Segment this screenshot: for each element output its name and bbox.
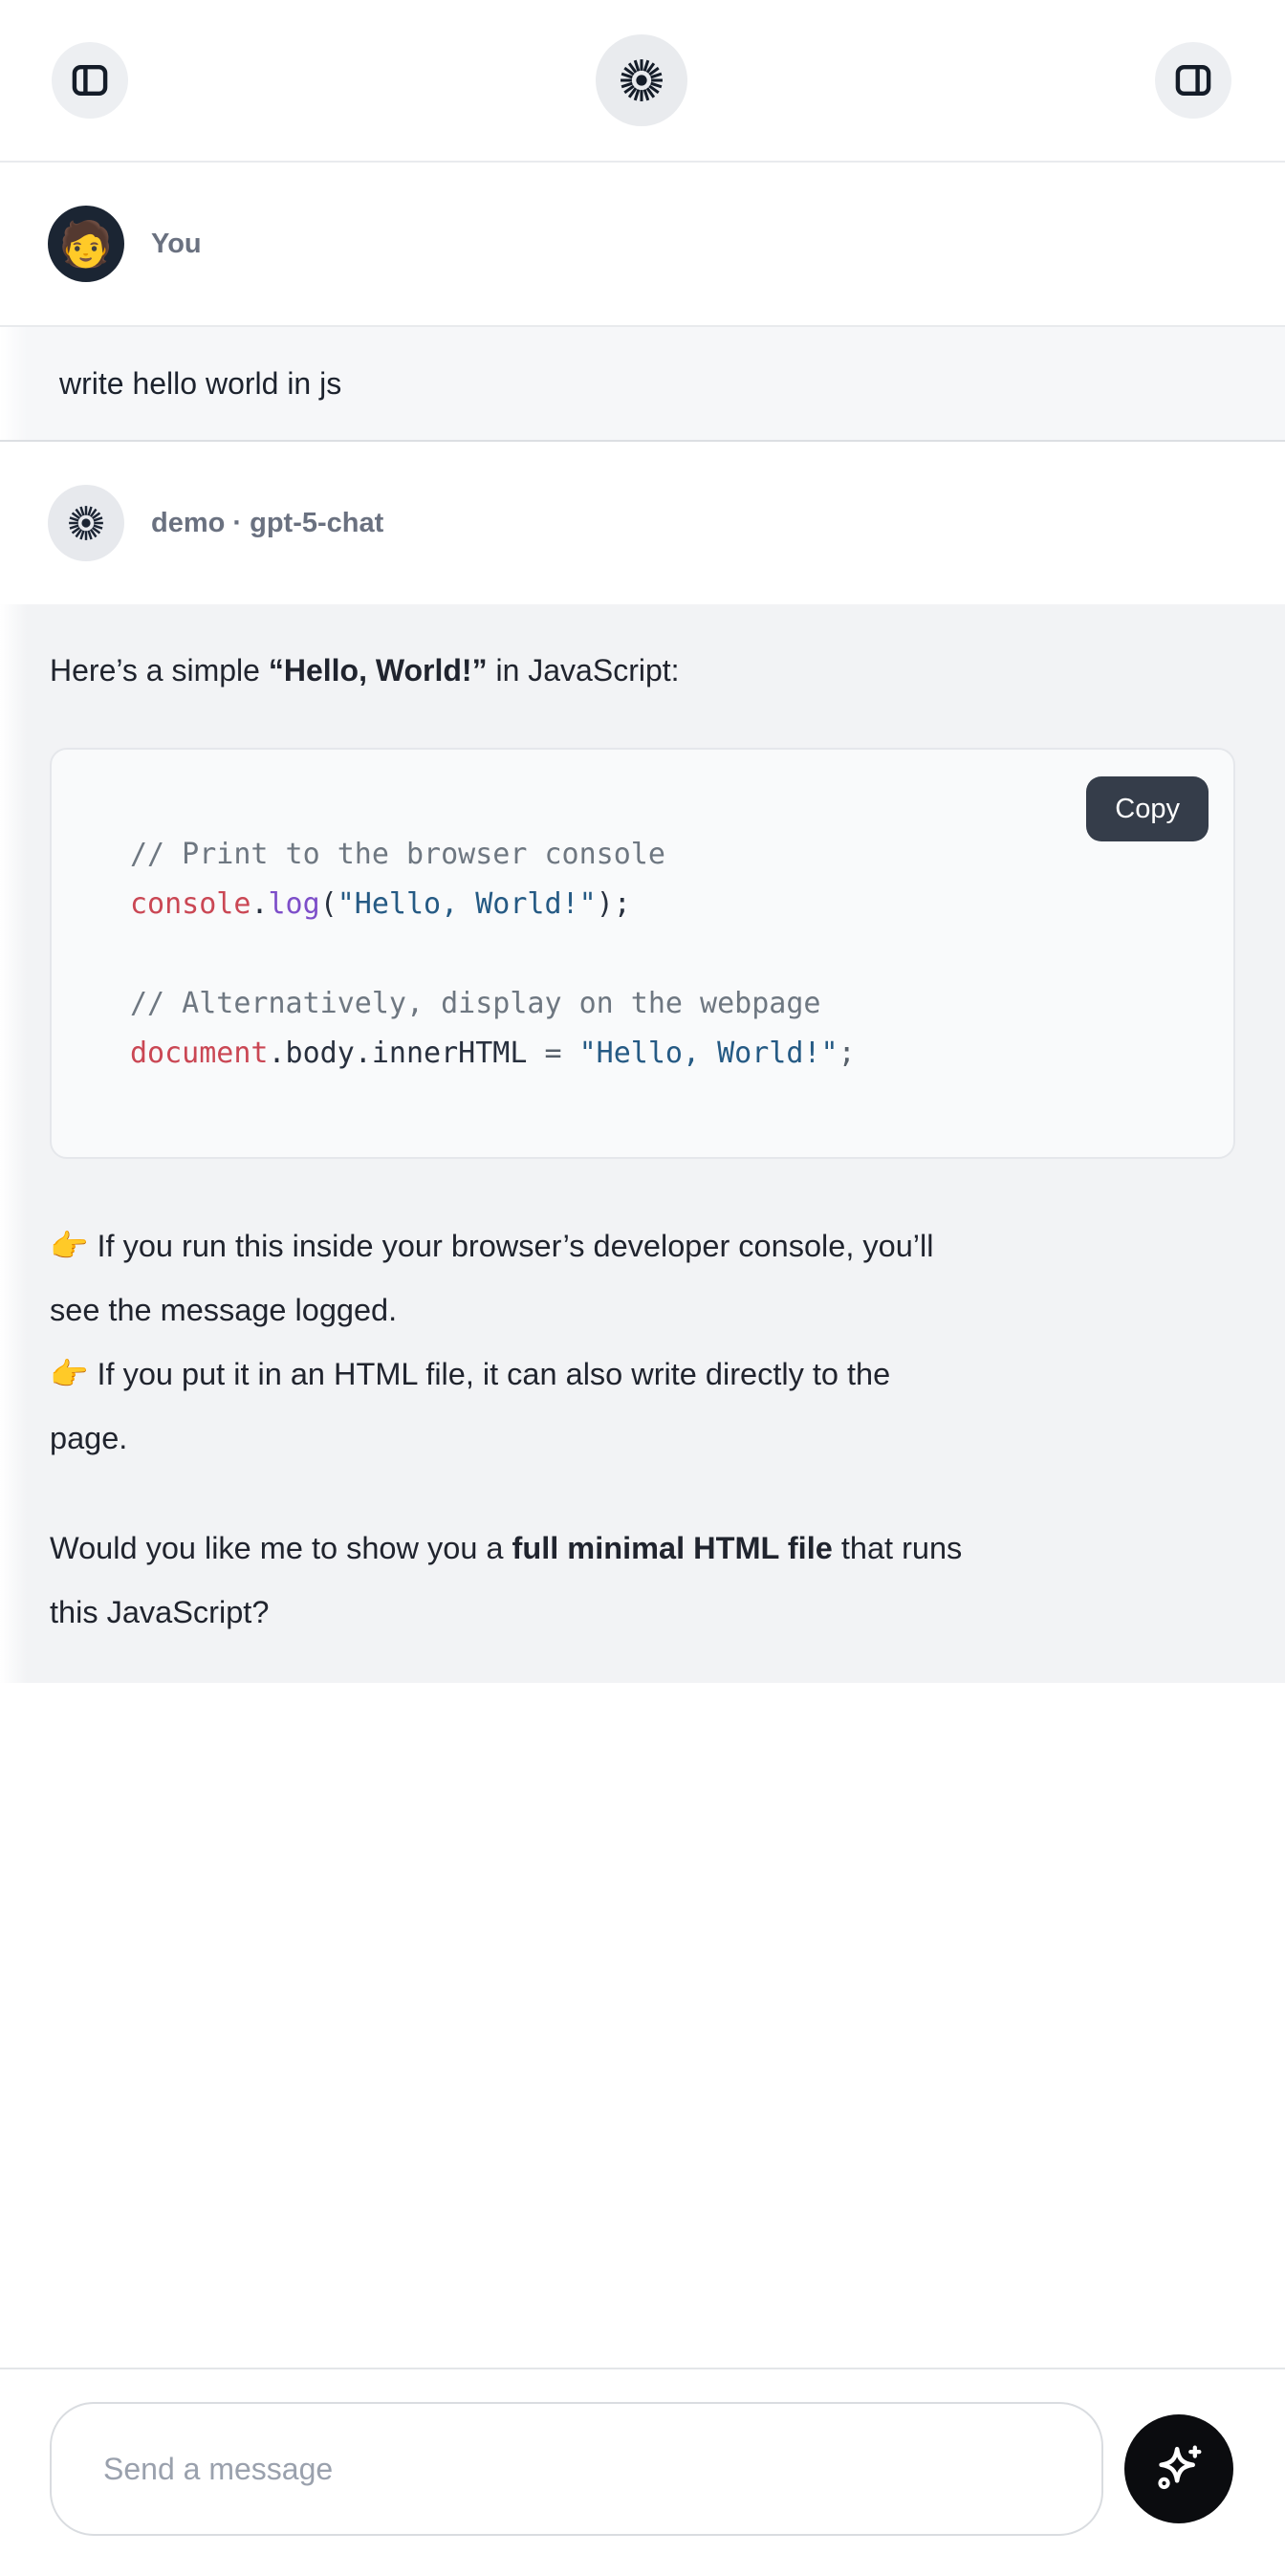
assistant-question: Would you like me to show you a full min… xyxy=(50,1517,1235,1645)
chat-app: 🧑 You write hello world in js demo · gpt… xyxy=(0,0,1285,2576)
assistant-avatar xyxy=(48,485,124,561)
sparkle-send-button[interactable] xyxy=(1124,2414,1233,2523)
intro-text: Here’s a simple xyxy=(50,653,269,688)
sidebar-right-icon xyxy=(1171,58,1215,102)
question-bold-text: full minimal HTML file xyxy=(512,1531,833,1565)
starburst-icon xyxy=(616,55,667,106)
left-sidebar-toggle-button[interactable] xyxy=(52,42,128,119)
starburst-icon xyxy=(65,502,107,544)
copy-button[interactable]: Copy xyxy=(1086,776,1209,841)
right-sidebar-toggle-button[interactable] xyxy=(1155,42,1231,119)
assistant-message-bubble: Here’s a simple “Hello, World!” in JavaS… xyxy=(0,604,1285,1683)
chat-scroll-area[interactable] xyxy=(0,1683,1285,2368)
question-text: Would you like me to show you a xyxy=(50,1531,512,1565)
top-bar xyxy=(0,0,1285,163)
assistant-name: demo · gpt-5-chat xyxy=(151,508,383,539)
intro-bold-text: “Hello, World!” xyxy=(269,653,488,688)
user-avatar: 🧑 xyxy=(48,206,124,282)
sidebar-left-icon xyxy=(68,58,112,102)
sparkle-icon xyxy=(1148,2438,1209,2500)
user-name: You xyxy=(151,229,202,260)
message-input[interactable] xyxy=(50,2402,1103,2536)
code-block: Copy // Print to the browser console con… xyxy=(50,748,1235,1159)
intro-text-after: in JavaScript: xyxy=(488,653,680,688)
user-avatar-emoji: 🧑 xyxy=(58,222,113,266)
composer xyxy=(0,2368,1285,2576)
user-message-text: write hello world in js xyxy=(59,366,341,402)
assistant-notes: 👉 If you run this inside your browser’s … xyxy=(50,1214,1235,1471)
assistant-turn: demo · gpt-5-chat Here’s a simple “Hello… xyxy=(0,442,1285,1683)
user-turn: 🧑 You write hello world in js xyxy=(0,163,1285,442)
model-starburst-button[interactable] xyxy=(596,34,687,126)
assistant-header: demo · gpt-5-chat xyxy=(0,442,1285,604)
user-message-bubble: write hello world in js xyxy=(0,325,1285,442)
code-content: // Print to the browser console console.… xyxy=(52,750,1233,1079)
assistant-intro: Here’s a simple “Hello, World!” in JavaS… xyxy=(50,648,1235,692)
user-header: 🧑 You xyxy=(0,163,1285,325)
